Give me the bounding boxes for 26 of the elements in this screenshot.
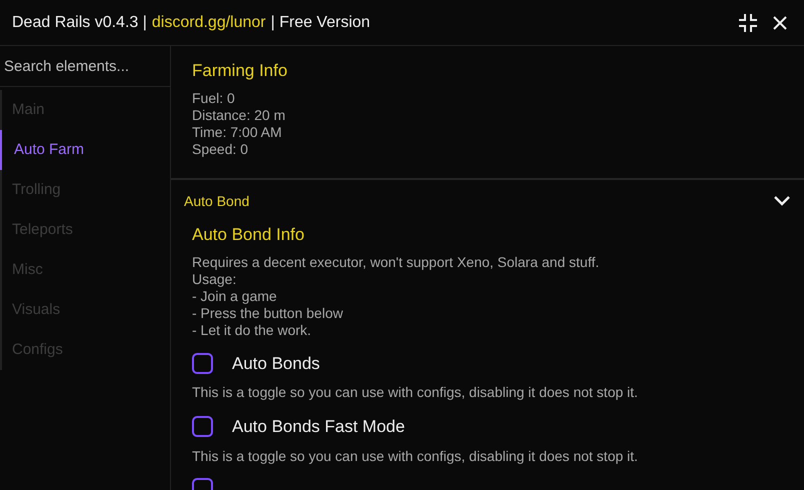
window-title: | Free Version [270,12,370,32]
window-title: Dead Rails v0.4.3 | [12,12,147,32]
minimize-icon[interactable] [738,12,758,32]
info-text: Requires a decent executor, won't support Xeno, Solara and stuff. [192,254,600,270]
toggle-description: This is a toggle so you can use with configs, disabling it does not stop it. [192,446,639,466]
section-title: Auto Bond Info [192,224,306,246]
toggle-label: Auto Bonds Fast Mode [232,416,405,438]
info-text: Time: 7:00 AM [192,124,283,140]
accordion-header[interactable]: Auto Bond [171,180,804,222]
checkbox[interactable] [192,416,213,438]
sidebar-item[interactable]: Auto Farm [0,130,170,170]
info-text: - Let it do the work. [192,322,312,338]
search-field[interactable]: Search elements... [0,46,170,87]
toggle-label: Auto Bonds [232,352,320,374]
toggle-description: This is a toggle so you can use with configs, disabling it does not stop it. [192,383,639,402]
checkbox[interactable] [192,352,213,374]
info-text: - Join a game [192,288,278,304]
info-text: Usage: [192,270,238,288]
info-text: Speed: 0 [192,140,250,158]
close-icon[interactable] [772,14,788,30]
info-text: Fuel: 0 [192,90,236,106]
info-text: - Press the button below [192,304,344,322]
section-title: Farming Info [192,60,288,82]
discord-link[interactable]: discord.gg/lunor [152,10,266,34]
chevron-icon [773,195,791,207]
info-text: Distance: 20 m [192,106,286,124]
